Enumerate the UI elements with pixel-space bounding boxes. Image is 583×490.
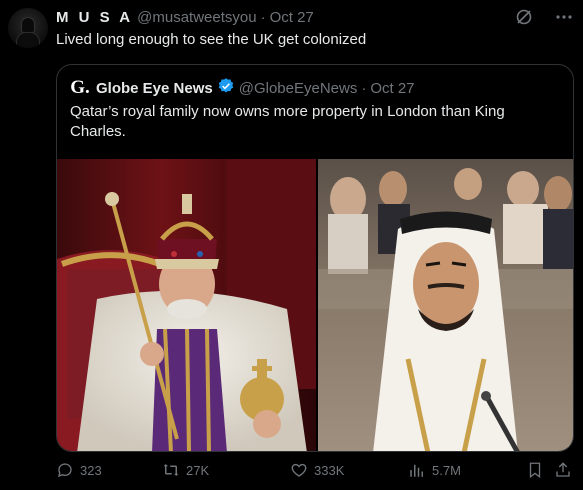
bookmark-icon [526,461,544,479]
bookmark-button[interactable] [526,461,544,479]
views-count: 5.7M [432,462,461,478]
repost-button[interactable]: 27K [162,461,209,479]
separator-dot: · [260,9,266,26]
avatar-figure-body [16,32,40,48]
more-icon[interactable] [555,8,573,26]
reply-count: 323 [80,462,102,478]
share-icon [554,461,572,479]
verified-badge-icon [217,77,235,99]
tweet-date[interactable]: Oct 27 [270,9,314,26]
quoted-date: Oct 27 [370,79,415,97]
emir-photo-image[interactable] [318,159,573,451]
views-icon [408,461,426,479]
top-right-icons [515,8,573,26]
quoted-separator-dot: · [361,79,367,97]
grok-icon[interactable] [515,8,533,26]
like-button[interactable]: 333K [290,461,344,479]
repost-icon [162,461,180,479]
avatar[interactable] [8,8,48,48]
quoted-tweet-text: Qatar’s royal family now owns more prope… [70,103,505,140]
avatar-figure [21,17,35,33]
like-count: 333K [314,462,345,478]
author-name[interactable]: M U S A [56,9,133,26]
author-handle[interactable]: @musatweetsyou [137,9,256,26]
tweet-text: Lived long enough to see the UK get colo… [56,31,367,48]
quoted-author-logo: G. [70,77,90,98]
quoted-author-handle: @GlobeEyeNews [238,79,358,97]
quoted-author-name: Globe Eye News [96,79,213,97]
share-button[interactable] [554,461,572,479]
reply-icon [56,461,74,479]
repost-count: 27K [186,462,210,478]
king-portrait-image[interactable] [57,159,316,451]
tweet-header: M U S A @musatweetsyou · Oct 27 [56,9,314,26]
action-bar: 323 27K 333K 5.7M [56,461,574,481]
reply-button[interactable]: 323 [56,461,102,479]
quoted-tweet[interactable]: G. Globe Eye News @GlobeEyeNews · Oct 27… [56,64,574,452]
quoted-tweet-header: G. Globe Eye News @GlobeEyeNews · Oct 27 [70,77,415,99]
like-icon [290,461,308,479]
views-button[interactable]: 5.7M [408,461,461,479]
